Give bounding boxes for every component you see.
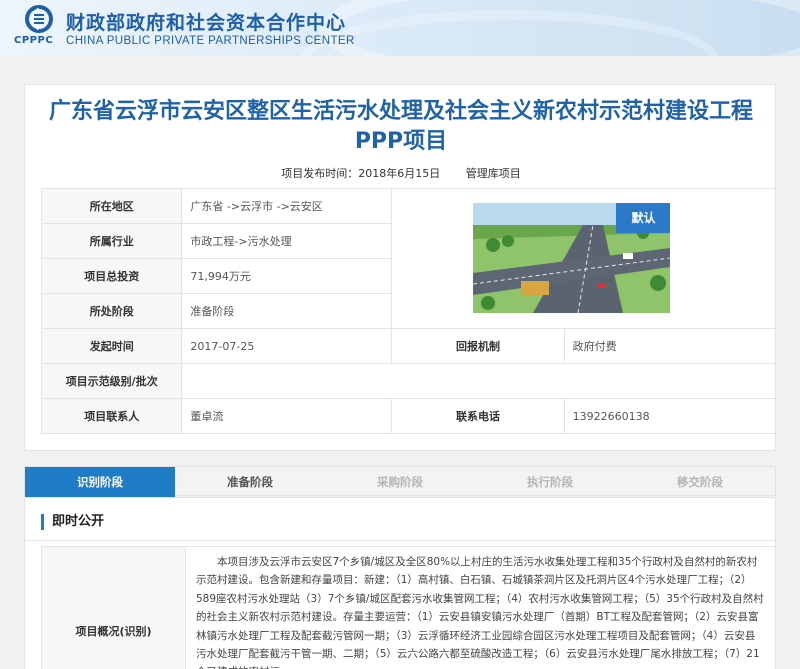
contact-value: 董卓流: [181, 398, 393, 434]
region-value: 广东省 ->云浮市 ->云安区: [181, 188, 393, 224]
phone-value: 13922660138: [563, 398, 777, 434]
section-divider: [25, 540, 775, 541]
logo-abbreviation: CPPPC: [14, 35, 54, 46]
tab-handover[interactable]: 移交阶段: [625, 467, 775, 497]
org-name-chinese[interactable]: 财政部政府和社会资本合作中心: [66, 8, 346, 35]
return-mechanism-label: 回报机制: [391, 328, 565, 364]
contact-label: 项目联系人: [40, 398, 183, 434]
publish-date: 项目发布时间：2018年6月15日: [281, 167, 441, 180]
investment-value: 71,994万元: [181, 258, 393, 294]
phone-label: 联系电话: [391, 398, 565, 434]
stage-label: 所处阶段: [40, 293, 183, 329]
project-info-table: 所在地区 广东省 ->云浮市 ->云安区 默认 所属行业 市政工程->污水处理 …: [40, 188, 777, 434]
demo-level-label: 项目示范级别/批次: [40, 363, 183, 399]
disclosure-panel: 即时公开 项目概况(识别) 本项目涉及云浮市云安区7个乡镇/城区及全区80%以上…: [24, 497, 776, 669]
tab-procurement[interactable]: 采购阶段: [325, 467, 475, 497]
return-mechanism-value: 政府付费: [563, 328, 777, 364]
image-default-badge: 默认: [616, 203, 671, 233]
stage-tabs: 识别阶段 准备阶段 采购阶段 执行阶段 移交阶段: [24, 466, 776, 497]
start-date-label: 发起时间: [40, 328, 183, 364]
project-title: 广东省云浮市云安区整区生活污水处理及社会主义新农村示范村建设工程PPP项目: [48, 99, 753, 154]
tab-identification[interactable]: 识别阶段: [25, 467, 175, 497]
section-title: 即时公开: [41, 514, 104, 530]
cpppc-logo-icon[interactable]: [22, 5, 56, 33]
investment-label: 项目总投资: [40, 258, 183, 294]
project-card: 广东省云浮市云安区整区生活污水处理及社会主义新农村示范村建设工程PPP项目 项目…: [24, 84, 777, 451]
project-meta: 项目发布时间：2018年6月15日 管理库项目: [25, 165, 777, 181]
overview-label: 项目概况(识别): [41, 546, 186, 669]
library-status: 管理库项目: [465, 167, 521, 180]
stage-value: 准备阶段: [181, 293, 393, 329]
industry-label: 所属行业: [40, 223, 183, 259]
demo-level-value: [181, 363, 776, 399]
project-photo-cell: 默认: [391, 188, 776, 329]
project-photo[interactable]: 默认: [473, 203, 671, 313]
org-name-english: CHINA PUBLIC PRIVATE PARTNERSHIPS CENTER: [66, 35, 355, 47]
overview-text: 本项目涉及云浮市云安区7个乡镇/城区及全区80%以上村庄的生活污水收集处理工程和…: [185, 546, 776, 669]
tab-preparation[interactable]: 准备阶段: [175, 467, 325, 497]
site-header: CPPPC 财政部政府和社会资本合作中心 CHINA PUBLIC PRIVAT…: [0, 0, 800, 56]
start-date-value: 2017-07-25: [181, 328, 393, 364]
tab-execution[interactable]: 执行阶段: [475, 467, 625, 497]
region-label: 所在地区: [40, 188, 183, 224]
industry-value: 市政工程->污水处理: [181, 223, 393, 259]
